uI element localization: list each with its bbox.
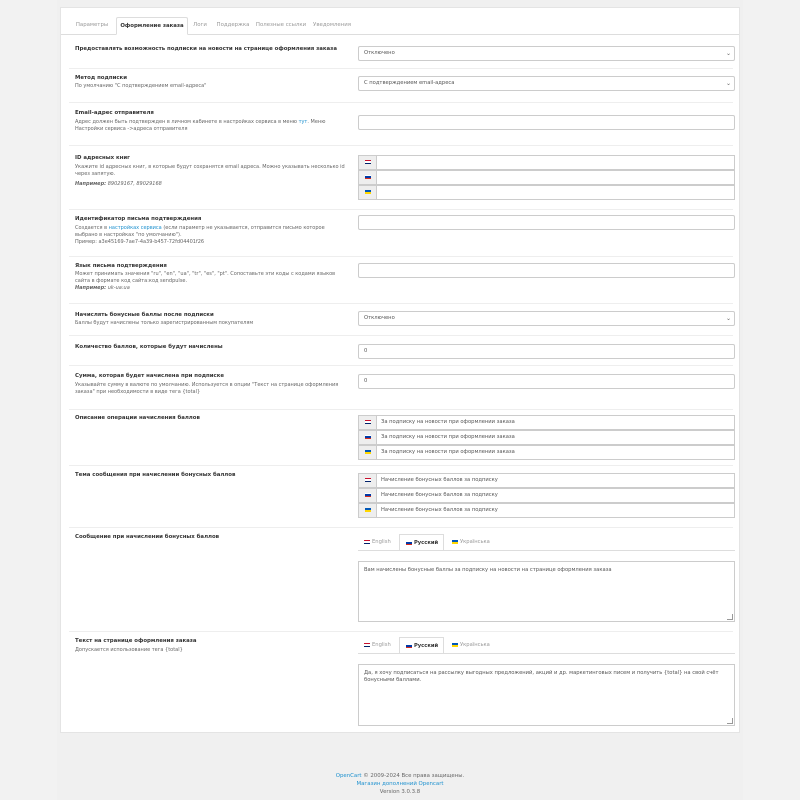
flag-gb-icon <box>364 540 370 544</box>
points-input[interactable]: 0 <box>358 344 735 359</box>
flag-ru-icon <box>365 493 371 497</box>
books-example: Например: 89029167, 89029168 <box>75 181 162 187</box>
row-points: Количество баллов, которые будут начисле… <box>69 336 735 366</box>
subject-input-ua[interactable]: Начисление бонусных баллов за подписку <box>358 503 735 518</box>
resize-grip-icon[interactable] <box>727 614 733 620</box>
sender-label: Email-адрес отправителя <box>75 110 154 116</box>
resize-grip-icon[interactable] <box>727 718 733 724</box>
sender-help: Адрес должен быть подтвержден в личном к… <box>75 119 326 132</box>
desc-label: Описание операции начисления баллов <box>75 415 200 421</box>
method-select[interactable]: С подтверждением email-адреса ⌄ <box>358 76 735 91</box>
row-sender: Email-адрес отправителя Адрес должен быт… <box>69 103 735 146</box>
subject-input-en[interactable]: Начисление бонусных баллов за подписку <box>358 473 735 488</box>
flag-gb-icon <box>364 643 370 647</box>
tab-logs[interactable]: Логи <box>189 17 211 35</box>
row-subscribe: Предоставлять возможность подписки на но… <box>69 41 735 69</box>
points-label: Количество баллов, которые будут начисле… <box>75 344 223 350</box>
desc-input-ua[interactable]: За подписку на новости при оформлении за… <box>358 445 735 460</box>
tab-support[interactable]: Поддержка <box>213 17 253 35</box>
flag-ru-icon <box>406 541 412 545</box>
checkout-text-label: Текст на странице оформления заказа <box>75 638 197 644</box>
template-help-link[interactable]: настройках сервиса <box>109 225 162 231</box>
bonus-help: Баллы будут начислены только зарегистрир… <box>75 320 254 326</box>
tab-bar: Параметры Оформление заказа Логи Поддерж… <box>61 13 739 35</box>
template-input[interactable] <box>358 215 735 230</box>
books-label: ID адресных книг <box>75 155 130 161</box>
row-desc: Описание операции начисления баллов За п… <box>69 410 735 466</box>
desc-input-ru[interactable]: За подписку на новости при оформлении за… <box>358 430 735 445</box>
message-label: Сообщение при начислении бонусных баллов <box>75 534 220 540</box>
row-amount: Сумма, которая будет начислена при подпи… <box>69 366 735 410</box>
page: Параметры Оформление заказа Логи Поддерж… <box>57 0 743 800</box>
subscribe-select[interactable]: Отключено ⌄ <box>358 46 735 61</box>
checkout-text-textarea[interactable]: Да, я хочу подписаться на рассылку выгод… <box>358 664 735 726</box>
bonus-label: Начислять бонусные баллы после подписки <box>75 312 214 318</box>
footer-brand-link[interactable]: OpenCart <box>336 773 362 779</box>
books-help: Укажите id адресных книг, в которые буду… <box>75 164 345 177</box>
row-books: ID адресных книг Укажите id адресных кни… <box>69 146 735 210</box>
tab-checkout[interactable]: Оформление заказа <box>116 17 188 35</box>
flag-ru-icon <box>365 435 371 439</box>
checkout-tab-english[interactable]: English <box>358 637 398 654</box>
row-lang: Язык письма подтверждения Может принимат… <box>69 257 735 304</box>
tab-notifications[interactable]: Уведомления <box>309 17 355 35</box>
footer: OpenCart © 2009-2024 Все права защищены.… <box>0 772 800 796</box>
bonus-select[interactable]: Отключено ⌄ <box>358 311 735 326</box>
subscribe-label: Предоставлять возможность подписки на но… <box>75 46 337 52</box>
tab-links[interactable]: Полезные ссылки <box>255 17 307 35</box>
footer-store-link[interactable]: Магазин дополнений Opencart <box>356 781 443 787</box>
checkout-text-help: Допускается использование тега {total} <box>75 647 183 653</box>
row-message: Сообщение при начислении бонусных баллов… <box>69 528 735 632</box>
lang-help: Может принимать значения "ru", "en", "ua… <box>75 271 336 284</box>
lang-label: Язык письма подтверждения <box>75 263 167 269</box>
row-bonus: Начислять бонусные баллы после подписки … <box>69 304 735 336</box>
settings-panel: Параметры Оформление заказа Логи Поддерж… <box>60 7 740 733</box>
tab-params[interactable]: Параметры <box>69 17 115 35</box>
flag-ua-icon <box>365 190 371 194</box>
footer-version: Version 3.0.3.8 <box>379 789 421 795</box>
method-label: Метод подписки <box>75 75 127 81</box>
flag-gb-icon <box>365 478 371 482</box>
subject-label: Тема сообщения при начислении бонусных б… <box>75 472 236 478</box>
row-checkout-text: Текст на странице оформления заказа Допу… <box>69 632 735 732</box>
amount-input[interactable]: 0 <box>358 374 735 389</box>
flag-ru-icon <box>406 644 412 648</box>
row-template: Идентификатор письма подтверждения Созда… <box>69 210 735 257</box>
message-tab-ukrainian[interactable]: Українська <box>446 534 496 551</box>
row-subject: Тема сообщения при начислении бонусных б… <box>69 466 735 528</box>
method-help: По умолчанию "С подтверждением email-адр… <box>75 83 207 89</box>
chevron-down-icon: ⌄ <box>725 315 731 322</box>
books-input-ua[interactable] <box>358 185 735 200</box>
message-textarea[interactable]: Вам начислены бонусные баллы за подписку… <box>358 561 735 622</box>
message-tab-russian[interactable]: Русский <box>399 534 444 551</box>
desc-input-en[interactable]: За подписку на новости при оформлении за… <box>358 415 735 430</box>
flag-ua-icon <box>365 508 371 512</box>
template-help: Создается в настройках сервиса (если пар… <box>75 225 325 245</box>
flag-gb-icon <box>365 160 371 164</box>
books-input-ru[interactable] <box>358 170 735 185</box>
amount-label: Сумма, которая будет начислена при подпи… <box>75 373 225 379</box>
checkout-tab-russian[interactable]: Русский <box>399 637 444 654</box>
flag-ua-icon <box>452 540 458 544</box>
flag-gb-icon <box>365 420 371 424</box>
lang-input[interactable] <box>358 263 735 278</box>
subject-input-ru[interactable]: Начисление бонусных баллов за подписку <box>358 488 735 503</box>
books-input-en[interactable] <box>358 155 735 170</box>
flag-ua-icon <box>452 643 458 647</box>
amount-help: Указывайте сумму в валюте по умолчанию. … <box>75 382 339 395</box>
flag-ru-icon <box>365 175 371 179</box>
chevron-down-icon: ⌄ <box>725 50 731 57</box>
message-tab-english[interactable]: English <box>358 534 398 551</box>
checkout-tab-ukrainian[interactable]: Українська <box>446 637 496 654</box>
chevron-down-icon: ⌄ <box>725 80 731 87</box>
lang-example: Например: uk-ua:ua <box>75 285 130 291</box>
sender-input[interactable] <box>358 115 735 130</box>
row-method: Метод подписки По умолчанию "С подтвержд… <box>69 69 735 103</box>
template-label: Идентификатор письма подтверждения <box>75 216 202 222</box>
flag-ua-icon <box>365 450 371 454</box>
